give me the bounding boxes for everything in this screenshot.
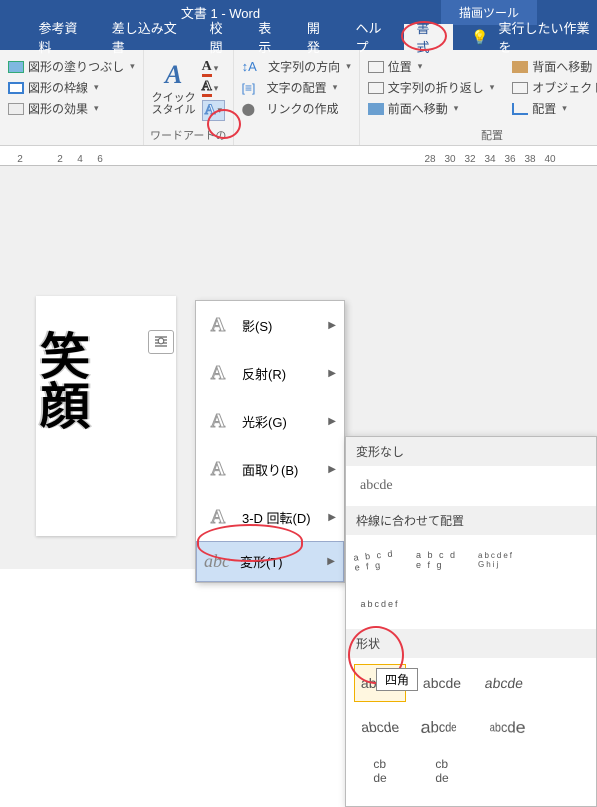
follow-path-2[interactable]: a b c d e f g xyxy=(416,541,468,579)
submenu-arrow-icon: ▶ xyxy=(328,512,336,523)
submenu-arrow-icon: ▶ xyxy=(328,464,336,475)
text-direction-icon: ↕A xyxy=(242,59,257,74)
menu-reflection[interactable]: A 反射(R) ▶ xyxy=(196,349,344,397)
tab-developer[interactable]: 開発 xyxy=(295,24,344,50)
shape-item[interactable]: abcde xyxy=(354,708,406,746)
submenu-arrow-icon: ▶ xyxy=(328,320,336,331)
tooltip: 四角 xyxy=(376,668,418,691)
layout-options-icon xyxy=(153,334,169,350)
fill-icon xyxy=(8,61,24,73)
document-canvas: 笑 顔 A 影(S) ▶ A 反射(R) ▶ A 光彩(G) ▶ A 面取り(B… xyxy=(0,166,597,569)
tab-help[interactable]: ヘルプ xyxy=(344,24,405,50)
group-shape-styles: 図形の塗りつぶし▾ 図形の枠線▾ 図形の効果▾ xyxy=(0,50,144,145)
tab-format[interactable]: 書式 xyxy=(404,24,453,50)
bevel-icon: A xyxy=(204,455,232,483)
rotation-icon: A xyxy=(204,503,232,531)
selection-pane-button[interactable]: オブジェクトの xyxy=(512,77,597,98)
send-backward-button[interactable]: 背面へ移動 xyxy=(512,56,597,77)
follow-path-4[interactable]: abcdef xyxy=(354,585,406,623)
shape-effects-button[interactable]: 図形の効果▾ xyxy=(8,98,135,119)
glow-icon: A xyxy=(204,407,232,435)
shape-item[interactable]: abcde xyxy=(416,708,468,746)
text-fill-icon: A xyxy=(202,60,212,77)
menu-glow[interactable]: A 光彩(G) ▶ xyxy=(196,397,344,445)
menu-bevel[interactable]: A 面取り(B) ▶ xyxy=(196,445,344,493)
align-icon xyxy=(512,103,528,115)
follow-path-1[interactable]: a b c d e f g xyxy=(354,541,406,579)
shape-item[interactable]: abcde xyxy=(478,708,530,746)
forward-icon xyxy=(368,103,384,115)
tell-me-icon[interactable]: 💡 xyxy=(471,29,488,46)
submenu-arrow-icon: ▶ xyxy=(328,416,336,427)
group-text: ↕A 文字列の方向▾ [≡] 文字の配置▾ ⬤ リンクの作成 xyxy=(234,50,360,145)
position-icon xyxy=(368,61,384,73)
gallery-head-shape: 形状 xyxy=(346,629,596,658)
reflection-icon: A xyxy=(204,359,232,387)
bring-forward-button[interactable]: 前面へ移動▾ xyxy=(368,98,495,119)
text-fill-button[interactable]: A▾ xyxy=(202,60,225,77)
gallery-head-none: 変形なし xyxy=(346,437,596,466)
wrap-text-button[interactable]: 文字列の折り返し▾ xyxy=(368,77,495,98)
tab-view[interactable]: 表示 xyxy=(246,24,295,50)
shape-fill-button[interactable]: 図形の塗りつぶし▾ xyxy=(8,56,135,77)
menu-3d-rotation[interactable]: A 3-D 回転(D) ▶ xyxy=(196,493,344,541)
tab-references[interactable]: 参考資料 xyxy=(27,24,100,50)
submenu-arrow-icon: ▶ xyxy=(327,556,335,567)
gallery-follow-grid: a b c d e f g a b c d e f g abcdef Ghij … xyxy=(346,535,596,629)
shape-item[interactable]: abcde xyxy=(416,664,468,702)
shape-item[interactable]: cbde xyxy=(354,752,406,790)
shadow-icon: A xyxy=(204,311,232,339)
text-outline-icon: A xyxy=(202,80,212,97)
backward-icon xyxy=(512,61,528,73)
outline-icon xyxy=(8,82,24,94)
text-effects-button[interactable]: A▾ xyxy=(202,100,225,121)
wordart-object[interactable]: 笑 顔 xyxy=(40,332,90,432)
quick-styles-icon: A xyxy=(165,60,182,90)
text-effects-menu: A 影(S) ▶ A 反射(R) ▶ A 光彩(G) ▶ A 面取り(B) ▶ … xyxy=(195,300,345,583)
ribbon-tabs: 参考資料 差し込み文書 校閲 表示 開発 ヘルプ 書式 💡 実行したい作業を xyxy=(0,24,597,50)
selection-icon xyxy=(512,82,528,94)
arrange-group-label: 配置 xyxy=(368,127,597,143)
layout-options-button[interactable] xyxy=(148,330,174,354)
wordart-group-label: ワードアートの xyxy=(144,127,233,143)
submenu-arrow-icon: ▶ xyxy=(328,368,336,379)
tab-mailings[interactable]: 差し込み文書 xyxy=(100,24,198,50)
tab-review[interactable]: 校閲 xyxy=(198,24,247,50)
gallery-head-follow: 枠線に合わせて配置 xyxy=(346,506,596,535)
ribbon: 図形の塗りつぶし▾ 図形の枠線▾ 図形の効果▾ A クイック スタイル A▾ A… xyxy=(0,50,597,146)
transform-gallery: 変形なし abcde 枠線に合わせて配置 a b c d e f g a b c… xyxy=(345,436,597,807)
create-link-button[interactable]: ⬤ リンクの作成 xyxy=(242,98,351,119)
text-effects-icon: A xyxy=(205,102,216,119)
text-direction-button[interactable]: ↕A 文字列の方向▾ xyxy=(242,56,351,77)
text-align-icon: [≡] xyxy=(242,81,256,95)
shape-item[interactable]: cbde xyxy=(416,752,468,790)
menu-transform[interactable]: abc 変形(T) ▶ xyxy=(196,541,344,582)
text-outline-button[interactable]: A▾ xyxy=(202,80,225,97)
shape-item[interactable]: abcde xyxy=(478,664,530,702)
gallery-none-sample[interactable]: abcde xyxy=(346,466,596,506)
effects-icon xyxy=(8,103,24,115)
align-button[interactable]: 配置▾ xyxy=(512,98,597,119)
wrap-icon xyxy=(368,82,384,94)
text-align-button[interactable]: [≡] 文字の配置▾ xyxy=(242,77,351,98)
position-button[interactable]: 位置▾ xyxy=(368,56,495,77)
quick-styles-button[interactable]: A クイック スタイル xyxy=(152,60,196,116)
follow-path-3[interactable]: abcdef Ghij xyxy=(478,541,530,579)
horizontal-ruler: 2 2 4 6 28 30 32 34 36 38 40 xyxy=(0,146,597,166)
link-icon: ⬤ xyxy=(242,102,255,116)
menu-shadow[interactable]: A 影(S) ▶ xyxy=(196,301,344,349)
group-arrange: 位置▾ 文字列の折り返し▾ 前面へ移動▾ 背面へ移動 オブジ xyxy=(360,50,597,145)
group-wordart-styles: A クイック スタイル A▾ A▾ A▾ ワードアートの xyxy=(144,50,234,145)
shape-outline-button[interactable]: 図形の枠線▾ xyxy=(8,77,135,98)
